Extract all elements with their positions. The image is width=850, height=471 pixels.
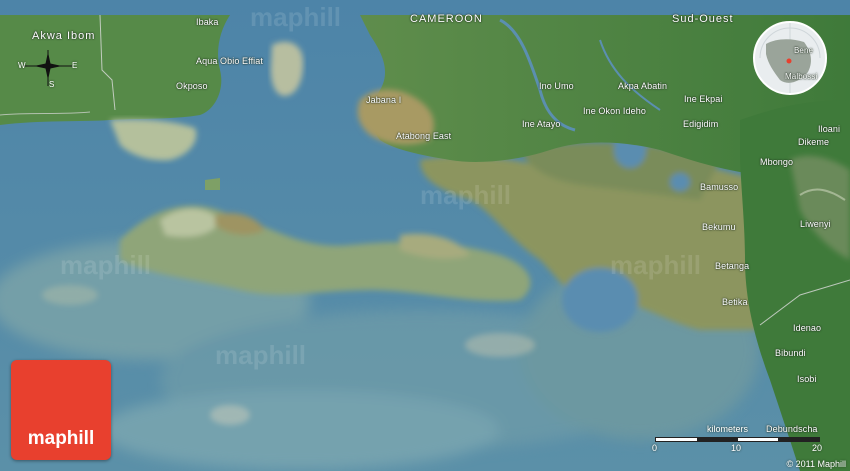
compass-rose: W E S bbox=[18, 50, 78, 90]
globe-label-b: Malbossi bbox=[785, 72, 818, 81]
compass-icon bbox=[24, 50, 72, 86]
islet-small bbox=[205, 178, 220, 190]
compass-west: W bbox=[18, 61, 26, 70]
scale-bar-graphic bbox=[655, 437, 820, 442]
compass-east: E bbox=[72, 61, 78, 70]
label-iloani: Iloani bbox=[818, 124, 841, 134]
label-jabana-i: Jabana I bbox=[366, 95, 402, 105]
label-sud-ouest: Sud-Ouest bbox=[672, 13, 734, 25]
logo-text: maphill bbox=[27, 428, 95, 449]
label-bamusso: Bamusso bbox=[700, 182, 739, 192]
label-isobi: Isobi bbox=[797, 374, 817, 384]
scale-title: kilometers bbox=[707, 424, 749, 434]
watermark: maphill bbox=[250, 2, 342, 32]
scale-bar: kilometers 0 10 20 bbox=[652, 424, 825, 454]
label-ine-atayo: Ine Atayo bbox=[522, 119, 561, 129]
label-bibundi: Bibundi bbox=[775, 348, 806, 358]
watermark: maphill bbox=[420, 180, 512, 210]
terrain-layer bbox=[0, 0, 850, 471]
label-bekumu: Bekumu bbox=[702, 222, 736, 232]
copyright-notice: © 2011 Maphill bbox=[786, 459, 847, 469]
watermark: maphill bbox=[610, 250, 702, 280]
globe-label-a: Bene bbox=[794, 46, 814, 55]
watermark: maphill bbox=[60, 250, 152, 280]
label-akwa-ibom: Akwa Ibom bbox=[32, 30, 96, 42]
label-okposo: Okposo bbox=[176, 81, 208, 91]
label-ine-ekpai: Ine Ekpai bbox=[684, 94, 723, 104]
compass-south: S bbox=[49, 80, 55, 89]
label-betanga: Betanga bbox=[715, 261, 750, 271]
scale-tick-20: 20 bbox=[812, 443, 823, 453]
maphill-logo[interactable]: maphill bbox=[11, 360, 111, 460]
locator-globe: Bene Malbossi bbox=[752, 20, 828, 96]
label-akpa-abatin: Akpa Abatin bbox=[618, 81, 668, 91]
label-ino-umo: Ino Umo bbox=[539, 81, 574, 91]
scale-tick-10: 10 bbox=[731, 443, 742, 453]
label-cameroon: CAMEROON bbox=[410, 13, 483, 25]
label-atabong-east: Atabong East bbox=[396, 131, 452, 141]
label-idenao: Idenao bbox=[793, 323, 822, 333]
label-liwenyi: Liwenyi bbox=[800, 219, 831, 229]
satellite-map[interactable]: maphill maphill maphill maphill maphill … bbox=[0, 0, 850, 471]
label-ibaka: Ibaka bbox=[196, 17, 219, 27]
label-dikeme: Dikeme bbox=[798, 137, 830, 147]
label-edigidim: Edigidim bbox=[683, 119, 719, 129]
label-ine-okon-ideho: Ine Okon Ideho bbox=[583, 106, 646, 116]
label-aqua-obio-effiat: Aqua Obio Effiat bbox=[196, 56, 263, 66]
label-mbongo: Mbongo bbox=[760, 157, 794, 167]
scale-tick-0: 0 bbox=[652, 443, 658, 453]
globe-icon bbox=[753, 21, 827, 95]
watermark: maphill bbox=[215, 340, 307, 370]
label-betika: Betika bbox=[722, 297, 748, 307]
